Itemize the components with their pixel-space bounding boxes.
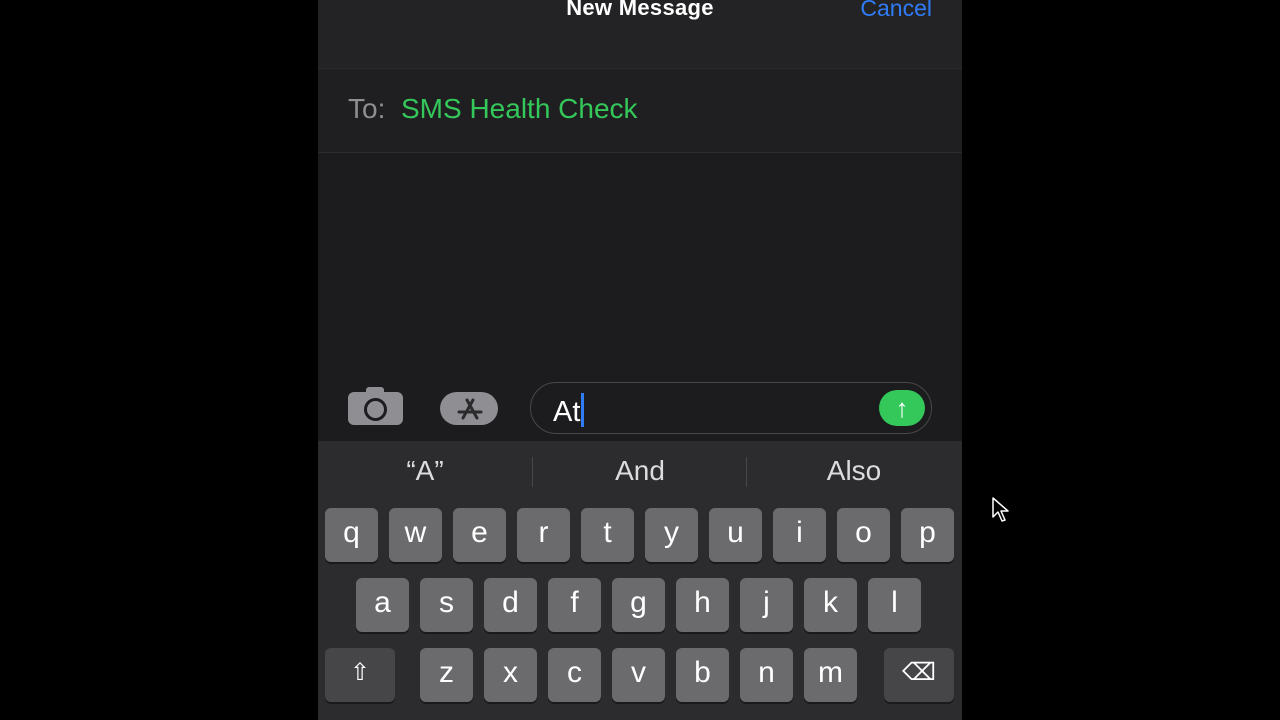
key-h[interactable]: h	[676, 578, 729, 632]
key-c[interactable]: c	[548, 648, 601, 702]
cancel-button[interactable]: Cancel	[860, 0, 932, 22]
key-u[interactable]: u	[709, 508, 762, 562]
camera-lens-icon	[364, 398, 387, 421]
key-j[interactable]: j	[740, 578, 793, 632]
navigation-bar: New Message Cancel	[318, 0, 962, 69]
app-store-icon	[457, 398, 483, 420]
backspace-icon: ⌫	[902, 659, 936, 686]
camera-button[interactable]	[348, 387, 403, 425]
arrow-up-icon: ↑	[895, 393, 909, 423]
recipient-token[interactable]: SMS Health Check	[401, 93, 638, 125]
suggestion-item[interactable]: And	[540, 455, 740, 487]
message-text: At	[553, 393, 585, 429]
key-f[interactable]: f	[548, 578, 601, 632]
recipient-field[interactable]: To: SMS Health Check	[318, 69, 962, 153]
text-caret	[581, 393, 585, 427]
key-o[interactable]: o	[837, 508, 890, 562]
key-s[interactable]: s	[420, 578, 473, 632]
keyboard: q w e r t y u i o p a s d f g h j k l ⇧ …	[318, 503, 962, 720]
key-z[interactable]: z	[420, 648, 473, 702]
messages-screen: New Message Cancel To: SMS Health Check …	[318, 0, 962, 720]
suggestion-divider	[532, 457, 533, 487]
send-button[interactable]: ↑	[879, 390, 925, 426]
mouse-cursor-icon	[992, 497, 1009, 522]
key-r[interactable]: r	[517, 508, 570, 562]
key-e[interactable]: e	[453, 508, 506, 562]
key-v[interactable]: v	[612, 648, 665, 702]
key-g[interactable]: g	[612, 578, 665, 632]
suggestion-divider	[746, 457, 747, 487]
key-x[interactable]: x	[484, 648, 537, 702]
shift-icon: ⇧	[349, 659, 371, 686]
suggestion-item[interactable]: “A”	[325, 455, 525, 487]
key-y[interactable]: y	[645, 508, 698, 562]
key-m[interactable]: m	[804, 648, 857, 702]
key-a[interactable]: a	[356, 578, 409, 632]
key-b[interactable]: b	[676, 648, 729, 702]
camera-icon	[366, 387, 384, 393]
shift-key[interactable]: ⇧	[325, 648, 395, 702]
suggestion-item[interactable]: Also	[754, 455, 954, 487]
key-q[interactable]: q	[325, 508, 378, 562]
key-i[interactable]: i	[773, 508, 826, 562]
predictive-text-bar: “A” And Also	[318, 441, 962, 503]
key-n[interactable]: n	[740, 648, 793, 702]
message-input[interactable]: At ↑	[530, 382, 932, 434]
app-store-button[interactable]	[440, 392, 498, 425]
to-label: To:	[348, 93, 386, 124]
key-l[interactable]: l	[868, 578, 921, 632]
key-t[interactable]: t	[581, 508, 634, 562]
key-w[interactable]: w	[389, 508, 442, 562]
key-d[interactable]: d	[484, 578, 537, 632]
key-k[interactable]: k	[804, 578, 857, 632]
delete-key[interactable]: ⌫	[884, 648, 954, 702]
key-p[interactable]: p	[901, 508, 954, 562]
